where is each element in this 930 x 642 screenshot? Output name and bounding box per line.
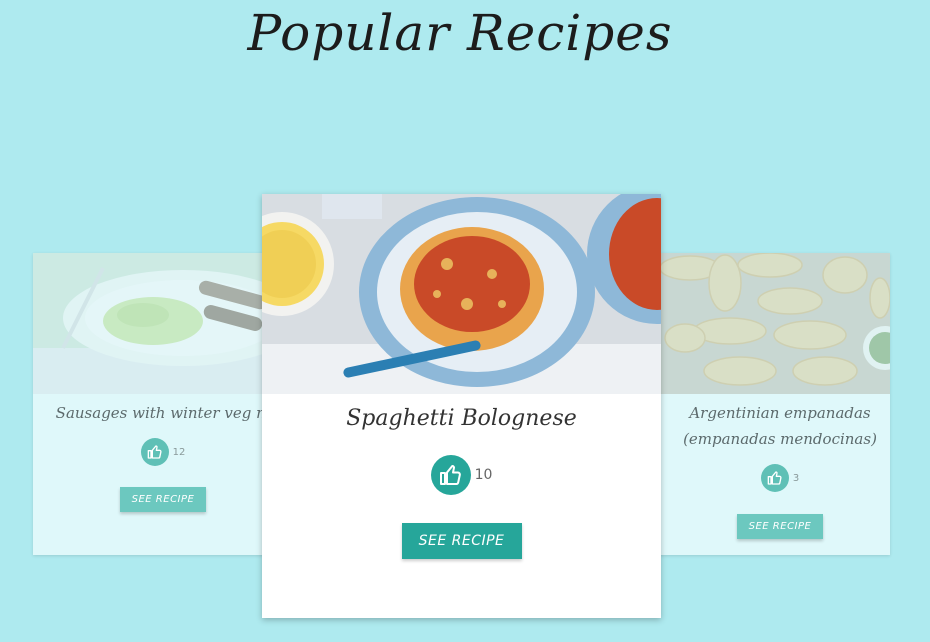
like-button[interactable]	[140, 438, 169, 466]
recipe-card-empanadas[interactable]: Argentinian empanadas (empanadas mendoci…	[630, 253, 890, 555]
thumbs-up-icon	[147, 445, 162, 459]
see-recipe-button[interactable]: SEE RECIPE	[401, 523, 522, 559]
recipe-photo-empanadas	[630, 253, 890, 394]
page-title: Popular Recipes	[247, 4, 673, 62]
recipe-title-line-2: (empanadas mendocinas)	[683, 430, 877, 448]
recipe-card-sausages[interactable]: Sausages with winter veg m 12 SEE RECIPE	[33, 253, 293, 555]
recipe-photo-sausages	[33, 253, 293, 394]
like-count: 3	[792, 472, 800, 484]
like-button[interactable]	[760, 464, 789, 492]
see-recipe-button[interactable]: SEE RECIPE	[120, 487, 206, 512]
like-count: 12	[172, 446, 186, 458]
recipe-title: Sausages with winter veg m	[55, 404, 271, 422]
see-recipe-button[interactable]: SEE RECIPE	[737, 514, 823, 539]
likes-row: 10	[262, 455, 661, 495]
like-count: 10	[474, 467, 493, 483]
recipe-title-line-1: Argentinian empanadas	[689, 404, 871, 422]
thumbs-up-icon	[439, 465, 461, 485]
like-button[interactable]	[430, 455, 471, 495]
thumbs-up-icon	[767, 471, 782, 485]
recipe-card-spaghetti[interactable]: Spaghetti Bolognese 10 SEE RECIPE	[262, 194, 661, 618]
likes-row: 12	[33, 438, 293, 466]
likes-row: 3	[670, 464, 890, 492]
recipe-photo-spaghetti	[262, 194, 661, 394]
recipe-title: Spaghetti Bolognese	[346, 406, 577, 431]
